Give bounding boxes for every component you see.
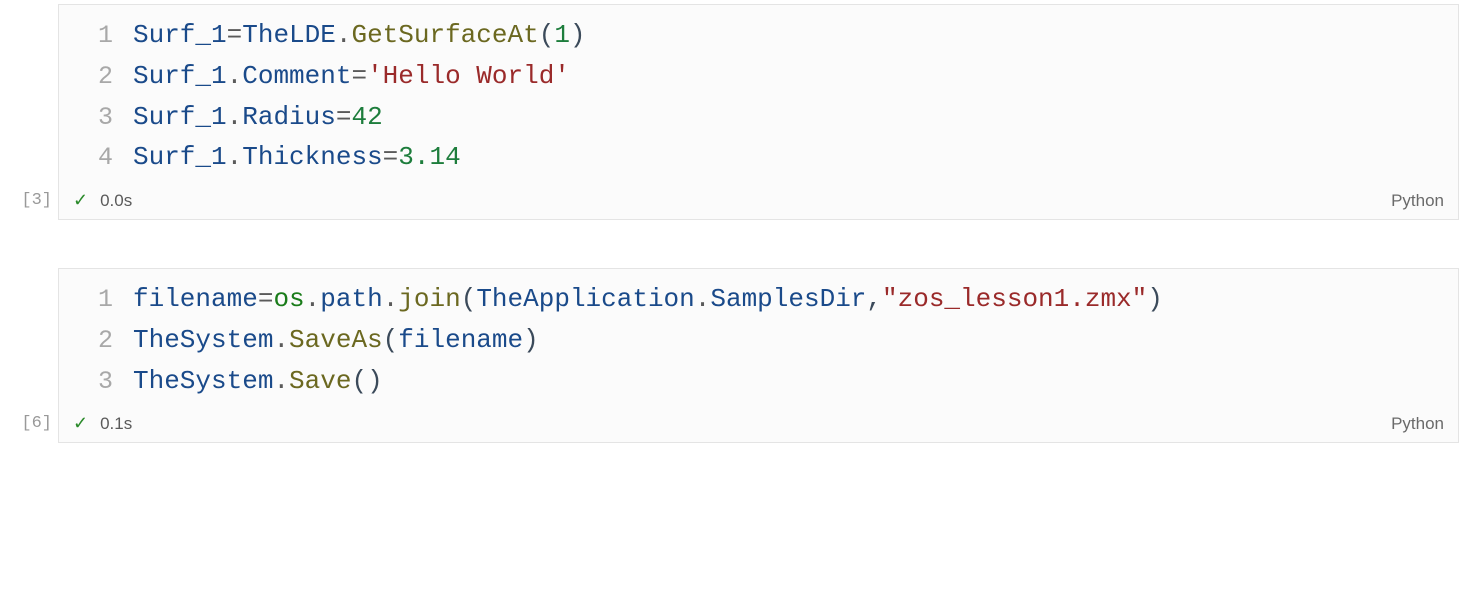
token-function: join [398, 284, 460, 314]
status-left: ✓ 0.1s [73, 413, 132, 434]
token-function: GetSurfaceAt [351, 15, 538, 55]
line-number: 4 [69, 139, 113, 178]
cell-status-bar: ✓ 0.1s Python [59, 407, 1458, 442]
token-name: Surf_1 [133, 137, 227, 177]
token-name: filename [133, 284, 258, 314]
token-name: TheLDE [242, 15, 336, 55]
token-function: SaveAs [289, 320, 383, 360]
line-number: 1 [69, 17, 113, 56]
token-name: TheSystem [133, 320, 273, 360]
token-paren: ( [539, 15, 555, 55]
token-paren: ) [367, 361, 383, 401]
code-line: 1 Surf_1 = TheLDE.GetSurfaceAt(1) [69, 15, 1448, 56]
token-attr: Radius [242, 97, 336, 137]
code-line: 4 Surf_1.Thickness=3.14 [69, 137, 1448, 178]
cell-body: 1 filename=os.path.join(TheApplication.S… [58, 268, 1459, 443]
token-paren: ( [461, 284, 477, 314]
token-operator: = [383, 137, 399, 177]
token-name: filename [398, 320, 523, 360]
token-attr: Comment [242, 56, 351, 96]
execution-count: [3] [0, 191, 58, 220]
code-line: 2 Surf_1.Comment = 'Hello World' [69, 56, 1448, 97]
token-paren: ) [570, 15, 586, 55]
token-name: TheSystem [133, 361, 273, 401]
token-function: Save [289, 361, 351, 401]
token-name: Surf_1 [133, 15, 227, 55]
token-dot: . [695, 284, 711, 314]
language-label[interactable]: Python [1391, 414, 1444, 434]
token-dot: . [336, 15, 352, 55]
token-dot: . [305, 284, 321, 314]
notebook-cell: [3] 1 Surf_1 = TheLDE.GetSurfaceAt(1) 2 … [0, 4, 1467, 220]
line-number: 1 [69, 281, 113, 320]
token-paren: ( [351, 361, 367, 401]
token-comma: , [866, 284, 882, 314]
execution-time: 0.0s [100, 191, 132, 211]
token-operator: = [227, 15, 243, 55]
token-paren: ) [1147, 284, 1163, 314]
code-editor[interactable]: 1 Surf_1 = TheLDE.GetSurfaceAt(1) 2 Surf… [59, 5, 1458, 184]
code-line: 3 TheSystem.Save() [69, 361, 1448, 402]
token-name: Surf_1 [133, 97, 227, 137]
code-line: 2 TheSystem.SaveAs(filename) [69, 320, 1448, 361]
token-number: 1 [554, 15, 570, 55]
cell-body: 1 Surf_1 = TheLDE.GetSurfaceAt(1) 2 Surf… [58, 4, 1459, 220]
token-operator: = [351, 56, 367, 96]
token-number: 3.14 [398, 137, 460, 177]
code-line: 1 filename=os.path.join(TheApplication.S… [69, 279, 1448, 320]
status-left: ✓ 0.0s [73, 190, 132, 211]
token-module: os [273, 284, 304, 314]
token-name: Surf_1 [133, 56, 227, 96]
token-string: "zos_lesson1.zmx" [882, 284, 1147, 314]
token-dot: . [227, 137, 243, 177]
line-number: 2 [69, 322, 113, 361]
token-attr: path [320, 284, 382, 314]
code-editor[interactable]: 1 filename=os.path.join(TheApplication.S… [59, 269, 1458, 407]
token-dot: . [273, 361, 289, 401]
cell-status-bar: ✓ 0.0s Python [59, 184, 1458, 219]
token-dot: . [227, 56, 243, 96]
token-string: 'Hello World' [367, 56, 570, 96]
token-attr: SamplesDir [710, 284, 866, 314]
token-dot: . [383, 284, 399, 314]
token-paren: ( [383, 320, 399, 360]
token-number: 42 [351, 97, 382, 137]
check-icon: ✓ [73, 190, 88, 211]
check-icon: ✓ [73, 413, 88, 434]
line-number: 3 [69, 99, 113, 138]
code-line: 3 Surf_1.Radius = 42 [69, 97, 1448, 138]
token-dot: . [227, 97, 243, 137]
token-attr: Thickness [242, 137, 382, 177]
execution-count: [6] [0, 414, 58, 443]
token-operator: = [336, 97, 352, 137]
execution-time: 0.1s [100, 414, 132, 434]
language-label[interactable]: Python [1391, 191, 1444, 211]
token-operator: = [258, 284, 274, 314]
notebook-cell: [6] 1 filename=os.path.join(TheApplicati… [0, 268, 1467, 443]
token-paren: ) [523, 320, 539, 360]
line-number: 3 [69, 363, 113, 402]
token-dot: . [273, 320, 289, 360]
line-number: 2 [69, 58, 113, 97]
token-name: TheApplication [476, 284, 694, 314]
